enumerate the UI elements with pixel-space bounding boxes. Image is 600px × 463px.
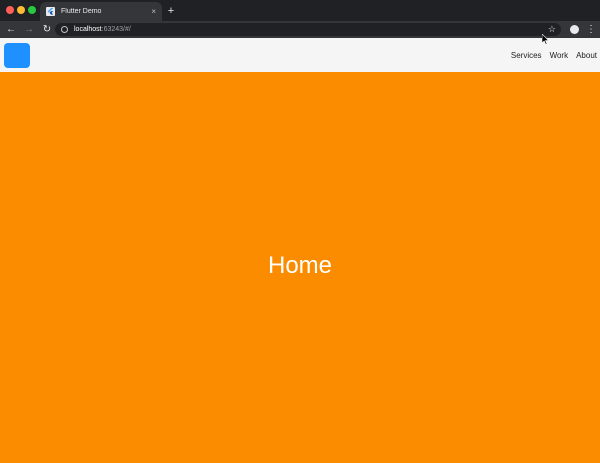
page-title: Home xyxy=(267,252,333,279)
browser-menu-icon[interactable]: ⋮ xyxy=(586,23,596,37)
reload-button[interactable]: ↻ xyxy=(40,23,54,37)
close-window-button[interactable] xyxy=(6,6,14,14)
app-bar: Services Work About xyxy=(0,38,600,72)
address-bar[interactable]: localhost :63243/#/ ☆ xyxy=(55,23,561,36)
zoom-window-button[interactable] xyxy=(28,6,36,14)
logo[interactable] xyxy=(4,43,30,68)
nav-link-work[interactable]: Work xyxy=(550,51,569,60)
url-host: localhost xyxy=(74,26,102,33)
mouse-cursor-icon xyxy=(542,34,550,45)
flutter-favicon-icon xyxy=(46,7,55,16)
profile-avatar-icon[interactable] xyxy=(570,25,579,34)
browser-toolbar: ← → ↻ localhost :63243/#/ ☆ ⋮ xyxy=(0,21,600,38)
browser-tab-strip: Flutter Demo × + xyxy=(0,0,600,21)
back-button[interactable]: ← xyxy=(4,23,18,37)
tab-close-icon[interactable]: × xyxy=(151,7,156,16)
url-path: :63243/#/ xyxy=(101,26,131,33)
tab-title: Flutter Demo xyxy=(61,8,102,15)
top-nav: Services Work About xyxy=(511,38,597,72)
page-viewport: Services Work About Home xyxy=(0,38,600,463)
minimize-window-button[interactable] xyxy=(17,6,25,14)
forward-button[interactable]: → xyxy=(22,23,36,37)
new-tab-button[interactable]: + xyxy=(164,4,178,18)
nav-link-about[interactable]: About xyxy=(576,51,597,60)
home-hero: Home xyxy=(0,72,600,463)
browser-tab[interactable]: Flutter Demo × xyxy=(40,2,162,21)
site-info-icon[interactable] xyxy=(61,26,68,33)
nav-link-services[interactable]: Services xyxy=(511,51,542,60)
